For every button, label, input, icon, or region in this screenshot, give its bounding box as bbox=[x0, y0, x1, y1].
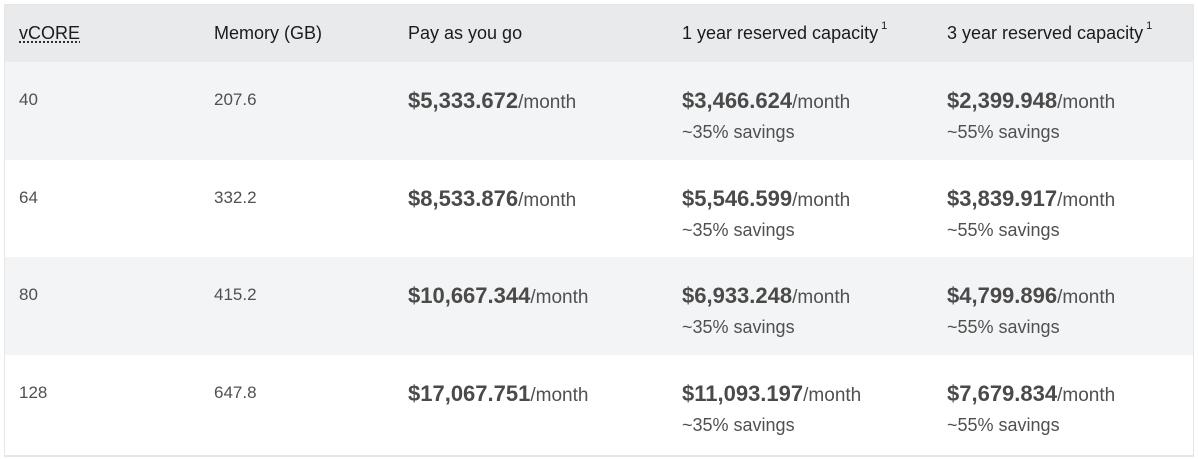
three-year-amount: $4,799.896 bbox=[947, 283, 1058, 308]
cell-pay-as-you-go: $8,533.876/month bbox=[393, 160, 667, 258]
price-unit: /month bbox=[518, 189, 577, 211]
payg-price: $10,667.344/month bbox=[408, 283, 667, 309]
header-three-year-reserved: 3 year reserved capacity 1 bbox=[932, 5, 1193, 62]
cell-memory: 647.8 bbox=[199, 355, 393, 453]
cell-vcore: 128 bbox=[5, 355, 199, 453]
one-year-price: $3,466.624/month bbox=[682, 88, 932, 114]
payg-amount: $5,333.672 bbox=[408, 88, 519, 113]
three-year-savings: ~55% savings bbox=[947, 317, 1060, 337]
header-memory: Memory (GB) bbox=[214, 23, 322, 43]
one-year-price: $5,546.599/month bbox=[682, 186, 932, 212]
one-year-savings: ~35% savings bbox=[682, 414, 795, 435]
payg-price: $17,067.751/month bbox=[408, 381, 667, 407]
table-row: 80 415.2 $10,667.344/month $6,933.248/mo… bbox=[5, 257, 1193, 355]
three-year-amount: $2,399.948 bbox=[947, 88, 1058, 113]
one-year-savings: ~35% savings bbox=[682, 219, 795, 240]
one-year-savings: ~35% savings bbox=[682, 122, 795, 142]
header-pay-as-you-go: Pay as you go bbox=[408, 23, 523, 43]
three-year-price: $7,679.834/month bbox=[947, 381, 1193, 407]
cell-memory: 207.6 bbox=[199, 62, 393, 160]
price-unit: /month bbox=[1057, 287, 1116, 308]
vcore-value: 64 bbox=[19, 187, 38, 207]
table-row: 128 647.8 $17,067.751/month $11,093.197/… bbox=[5, 354, 1193, 453]
cell-one-year: $5,546.599/month ~35% savings bbox=[667, 160, 932, 258]
price-unit: /month bbox=[1057, 189, 1116, 211]
cell-one-year: $11,093.197/month ~35% savings bbox=[667, 355, 932, 453]
cell-pay-as-you-go: $10,667.344/month bbox=[393, 257, 667, 355]
vcore-value: 80 bbox=[19, 285, 38, 304]
cell-one-year: $6,933.248/month ~35% savings bbox=[667, 257, 932, 355]
three-year-amount: $7,679.834 bbox=[947, 380, 1058, 406]
vcore-value: 128 bbox=[19, 382, 48, 402]
cell-vcore: 64 bbox=[5, 160, 199, 258]
three-year-price: $2,399.948/month bbox=[947, 88, 1193, 114]
three-year-savings: ~55% savings bbox=[947, 414, 1060, 435]
cell-memory: 415.2 bbox=[199, 257, 393, 355]
header-vcore[interactable]: vCORE bbox=[5, 5, 199, 62]
price-unit: /month bbox=[530, 384, 589, 406]
cell-pay-as-you-go: $17,067.751/month bbox=[393, 355, 667, 453]
three-year-savings: ~55% savings bbox=[947, 122, 1060, 142]
price-unit: /month bbox=[792, 287, 851, 308]
header-one-year-label: 1 year reserved capacity bbox=[682, 23, 879, 43]
memory-value: 207.6 bbox=[214, 90, 257, 109]
table-row: 64 332.2 $8,533.876/month $5,546.599/mon… bbox=[5, 159, 1193, 258]
price-unit: /month bbox=[1057, 92, 1116, 113]
memory-value: 332.2 bbox=[214, 187, 257, 207]
cell-three-year: $4,799.896/month ~55% savings bbox=[932, 257, 1193, 355]
payg-price: $8,533.876/month bbox=[408, 186, 667, 212]
one-year-savings: ~35% savings bbox=[682, 317, 795, 337]
header-three-year-label: 3 year reserved capacity bbox=[947, 23, 1144, 43]
cell-three-year: $7,679.834/month ~55% savings bbox=[932, 355, 1193, 453]
payg-amount: $17,067.751 bbox=[408, 380, 531, 406]
pricing-table-container: vCORE Memory (GB) Pay as you go 1 year r… bbox=[4, 4, 1194, 457]
table-header: vCORE Memory (GB) Pay as you go 1 year r… bbox=[5, 5, 1193, 62]
cell-three-year: $3,839.917/month ~55% savings bbox=[932, 160, 1193, 258]
cell-one-year: $3,466.624/month ~35% savings bbox=[667, 62, 932, 160]
footnote-link-one-year[interactable]: 1 bbox=[881, 20, 887, 32]
price-unit: /month bbox=[792, 92, 851, 113]
cell-pay-as-you-go: $5,333.672/month bbox=[393, 62, 667, 160]
price-unit: /month bbox=[792, 189, 851, 211]
one-year-amount: $5,546.599 bbox=[682, 185, 793, 211]
table-body: 40 207.6 $5,333.672/month $3,466.624/mon… bbox=[5, 62, 1193, 452]
cell-vcore: 80 bbox=[5, 257, 199, 355]
cell-three-year: $2,399.948/month ~55% savings bbox=[932, 62, 1193, 160]
one-year-price: $6,933.248/month bbox=[682, 283, 932, 309]
price-unit: /month bbox=[530, 287, 589, 308]
one-year-amount: $6,933.248 bbox=[682, 283, 793, 308]
payg-price: $5,333.672/month bbox=[408, 88, 667, 114]
table-row: 40 207.6 $5,333.672/month $3,466.624/mon… bbox=[5, 62, 1193, 160]
payg-amount: $8,533.876 bbox=[408, 185, 519, 211]
footnote-link-three-year[interactable]: 1 bbox=[1146, 20, 1152, 32]
memory-value: 647.8 bbox=[214, 382, 257, 402]
one-year-price: $11,093.197/month bbox=[682, 381, 932, 407]
table-bottom-border bbox=[5, 455, 1193, 456]
pricing-table: vCORE Memory (GB) Pay as you go 1 year r… bbox=[5, 5, 1193, 452]
vcore-value: 40 bbox=[19, 90, 38, 109]
header-one-year-reserved: 1 year reserved capacity 1 bbox=[667, 5, 932, 62]
three-year-price: $4,799.896/month bbox=[947, 283, 1193, 309]
three-year-savings: ~55% savings bbox=[947, 219, 1060, 240]
price-unit: /month bbox=[803, 384, 862, 406]
payg-amount: $10,667.344 bbox=[408, 283, 531, 308]
cell-memory: 332.2 bbox=[199, 160, 393, 258]
cell-vcore: 40 bbox=[5, 62, 199, 160]
memory-value: 415.2 bbox=[214, 285, 257, 304]
vcore-abbreviation[interactable]: vCORE bbox=[19, 23, 80, 43]
price-unit: /month bbox=[518, 92, 577, 113]
three-year-amount: $3,839.917 bbox=[947, 185, 1058, 211]
price-unit: /month bbox=[1057, 384, 1116, 406]
header-row: vCORE Memory (GB) Pay as you go 1 year r… bbox=[5, 5, 1193, 62]
one-year-amount: $11,093.197 bbox=[682, 380, 804, 406]
one-year-amount: $3,466.624 bbox=[682, 88, 793, 113]
three-year-price: $3,839.917/month bbox=[947, 186, 1193, 212]
